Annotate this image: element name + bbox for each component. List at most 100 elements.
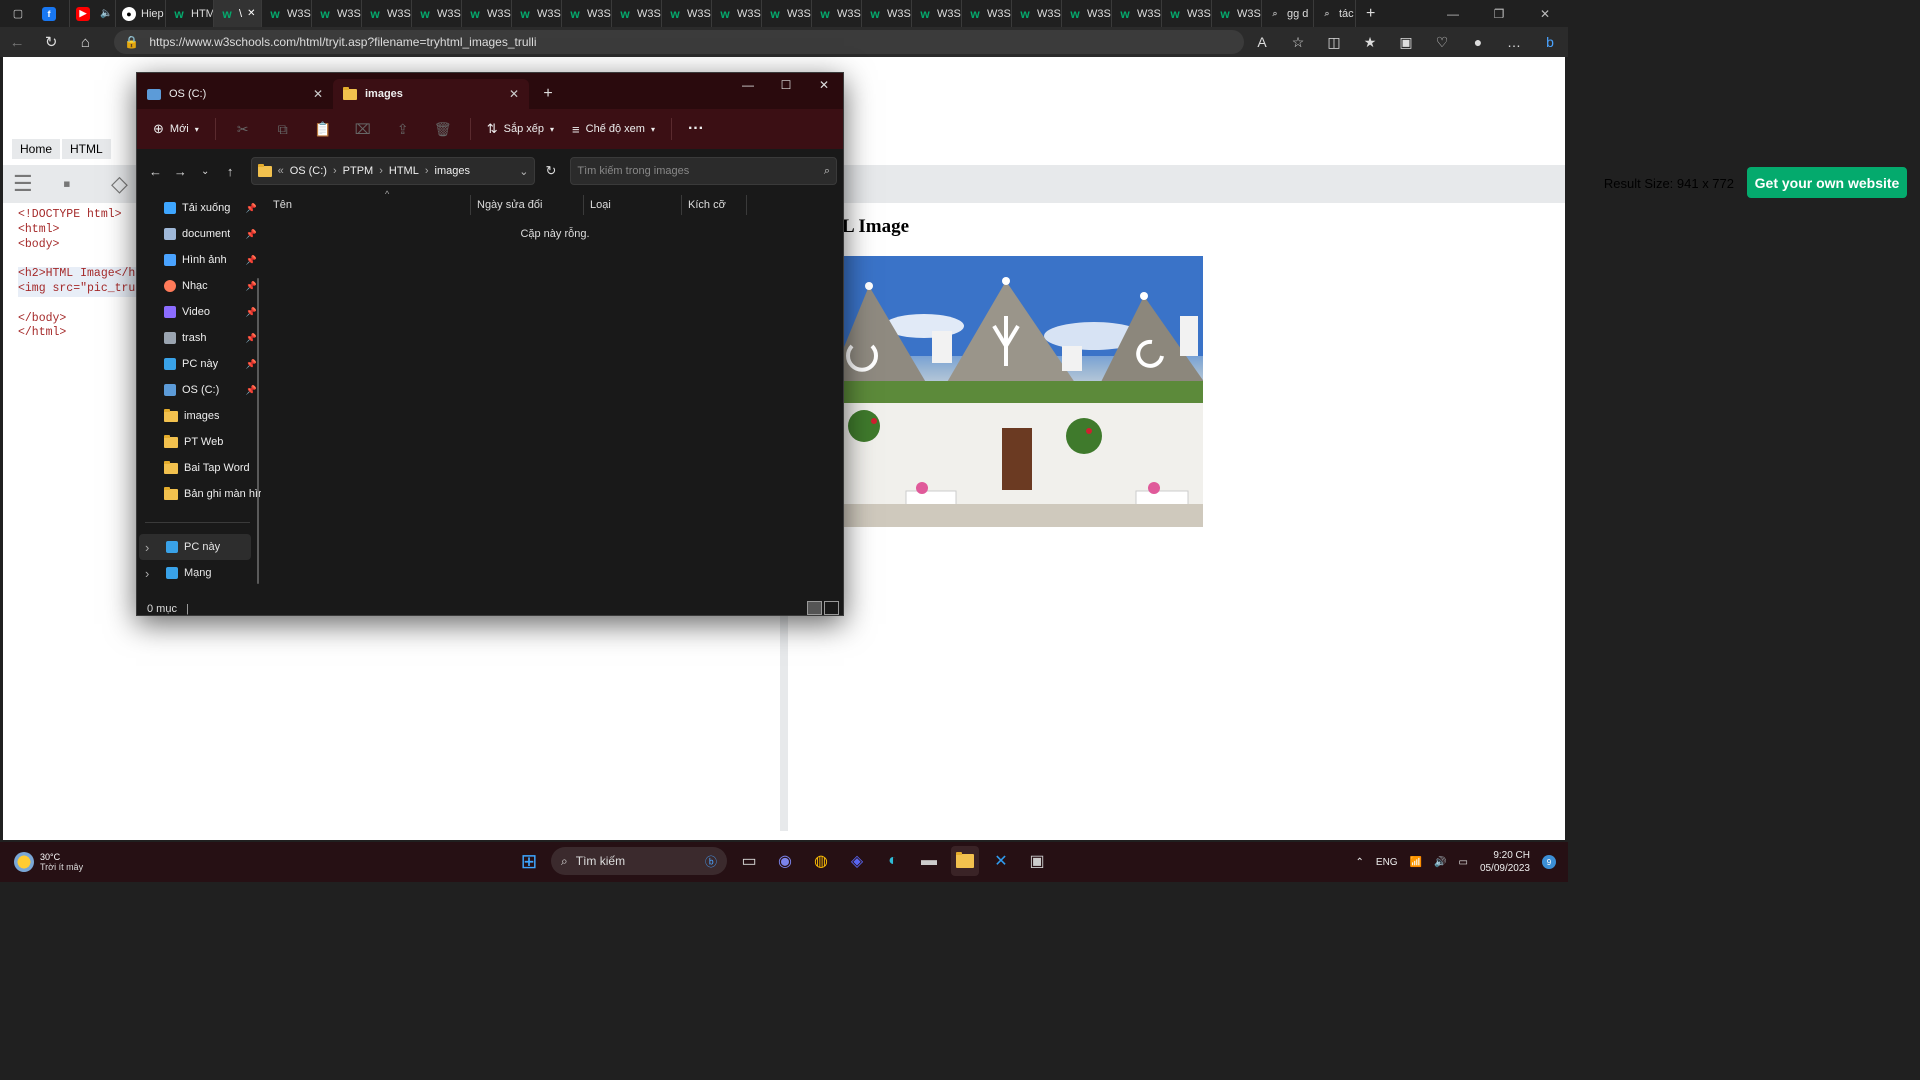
weather-widget[interactable]: 30°C Trời ít mây [0,852,200,872]
taskbar-search[interactable]: ⌕ Tìm kiếm ⓑ [551,847,727,875]
new-tab-button[interactable]: + [1356,0,1385,27]
breadcrumb-home[interactable]: Home [12,139,61,159]
vscode-icon[interactable]: ✕ [987,846,1015,876]
nav-item[interactable]: Tải xuống 📌 [145,195,261,221]
refresh-icon[interactable]: ↻ [34,27,68,57]
close-tab-icon[interactable]: ✕ [247,8,255,19]
delete-icon[interactable]: 🗑 [426,117,460,142]
nav-item[interactable]: images [145,403,261,429]
nav-scrollbar[interactable] [257,278,259,584]
nav-item[interactable]: › Mạng [139,560,251,586]
edge-icon[interactable]: ◐ [879,846,907,876]
split-screen-icon[interactable]: ◫ [1316,34,1352,51]
browser-tab[interactable]: w W3S [1012,0,1062,27]
details-view-icon[interactable] [807,601,822,615]
close-tab-icon[interactable]: ✕ [509,87,519,101]
file-explorer-icon[interactable] [951,846,979,876]
nav-item[interactable]: document 📌 [145,221,261,247]
nav-item[interactable]: OS (C:) 📌 [145,377,261,403]
wifi-icon[interactable]: 📶 [1410,857,1422,868]
browser-tab[interactable]: w W3S [1062,0,1112,27]
browser-tab[interactable]: ⌕ tác c [1314,0,1356,27]
nav-item[interactable]: trash 📌 [145,325,261,351]
sort-button[interactable]: ⇅ Sắp xếp ▾ [481,117,560,141]
favorites-icon[interactable]: ★ [1352,34,1388,51]
close-icon[interactable]: ✕ [805,73,843,97]
minimize-icon[interactable]: — [729,73,767,97]
column-size[interactable]: Kích cỡ [682,195,747,215]
path-segment[interactable]: OS (C:) [290,165,327,177]
browser-tab[interactable]: w W3S [512,0,562,27]
speaker-icon[interactable]: 🔈 [100,8,112,19]
terminal-app-icon[interactable]: ▬ [915,846,943,876]
volume-icon[interactable]: 🔊 [1434,857,1446,868]
browser-essentials-icon[interactable]: ♡ [1424,34,1460,51]
paste-icon[interactable]: 📋 [306,117,340,142]
task-view-icon[interactable]: ▭ [735,846,763,876]
nav-item[interactable]: PT Web [145,429,261,455]
column-name[interactable]: Tên ^ [267,189,470,215]
browser-tab[interactable]: w W3S [862,0,912,27]
url-text[interactable]: https://www.w3schools.com/html/tryit.asp… [149,35,536,49]
more-menu-icon[interactable]: … [1496,34,1532,51]
browser-tab[interactable]: w W3S [1212,0,1262,27]
browser-tab[interactable]: w W3S [262,0,312,27]
column-type[interactable]: Loại [584,195,682,215]
maximize-icon[interactable]: ☐ [767,73,805,97]
browser-tab[interactable]: w W3S [662,0,712,27]
refresh-icon[interactable]: ↻ [539,163,562,179]
nav-item[interactable]: Nhạc 📌 [145,273,261,299]
minimize-icon[interactable]: — [1430,0,1476,27]
forward-arrow-icon[interactable]: → [168,164,193,179]
collections-icon[interactable]: ▣ [1388,34,1424,51]
restore-icon[interactable]: ❐ [1476,0,1522,27]
profile-avatar[interactable]: ● [1460,34,1496,51]
browser-tab[interactable]: w W3S [412,0,462,27]
chevron-down-icon[interactable]: ⌄ [519,165,528,178]
breadcrumb-html[interactable]: HTML [62,139,111,159]
command-prompt-icon[interactable]: ▣ [1023,846,1051,876]
back-icon[interactable]: ← [0,27,34,57]
read-aloud-icon[interactable]: A [1244,34,1280,51]
browser-tab[interactable]: w W3S [762,0,812,27]
chevron-right-icon[interactable]: › [145,540,149,555]
clock[interactable]: 9:20 CH 05/09/2023 [1480,849,1530,875]
teams-chat-icon[interactable]: ◉ [771,846,799,876]
favorite-star-icon[interactable]: ☆ [1280,34,1316,51]
nav-item[interactable]: PC này 📌 [145,351,261,377]
path-segment[interactable]: HTML [389,165,419,177]
browser-tab[interactable]: w W3S [712,0,762,27]
browser-tab[interactable]: w W3S [562,0,612,27]
chevron-up-icon[interactable]: ⌃ [1356,857,1364,868]
browser-tab[interactable]: w W3S [362,0,412,27]
bing-copilot-icon[interactable]: b [1532,34,1568,51]
chrome-icon[interactable]: ◍ [807,846,835,876]
nav-item[interactable]: Video 📌 [145,299,261,325]
menu-icon[interactable]: ☰ [13,171,37,196]
recent-locations-icon[interactable]: ⌄ [193,166,218,177]
tab-actions-icon[interactable]: ▢ [0,0,36,27]
get-website-button[interactable]: Get your own website [1747,167,1907,198]
browser-tab[interactable]: w W3S [962,0,1012,27]
column-date[interactable]: Ngày sửa đổi [470,195,584,215]
browser-tab[interactable]: w W3S [462,0,512,27]
nav-item[interactable]: Bai Tap Word [145,455,261,481]
battery-icon[interactable]: ▭ [1458,857,1467,868]
close-tab-icon[interactable]: ✕ [313,87,323,101]
rename-icon[interactable]: ⌧ [346,117,380,142]
browser-tab[interactable]: ▶ 🔈 [70,0,116,27]
browser-tab[interactable]: w HTM [166,0,214,27]
browser-tab[interactable]: w W3S [1162,0,1212,27]
path-segment[interactable]: PTPM [343,165,374,177]
nav-item[interactable]: Bản ghi màn hìr [145,481,261,507]
browser-tab[interactable]: w W3S [1112,0,1162,27]
browser-tab[interactable]: w W3S [812,0,862,27]
home-icon[interactable]: ⌂ [68,27,102,57]
browser-tab[interactable]: ⌕ gg d [1262,0,1314,27]
notification-badge[interactable]: 9 [1542,855,1556,869]
new-tab-icon[interactable]: + [529,79,567,109]
explorer-tab-images[interactable]: images ✕ [333,79,529,109]
path-segment[interactable]: images [435,165,470,177]
up-arrow-icon[interactable]: ↑ [218,164,243,179]
back-arrow-icon[interactable]: ← [143,164,168,179]
